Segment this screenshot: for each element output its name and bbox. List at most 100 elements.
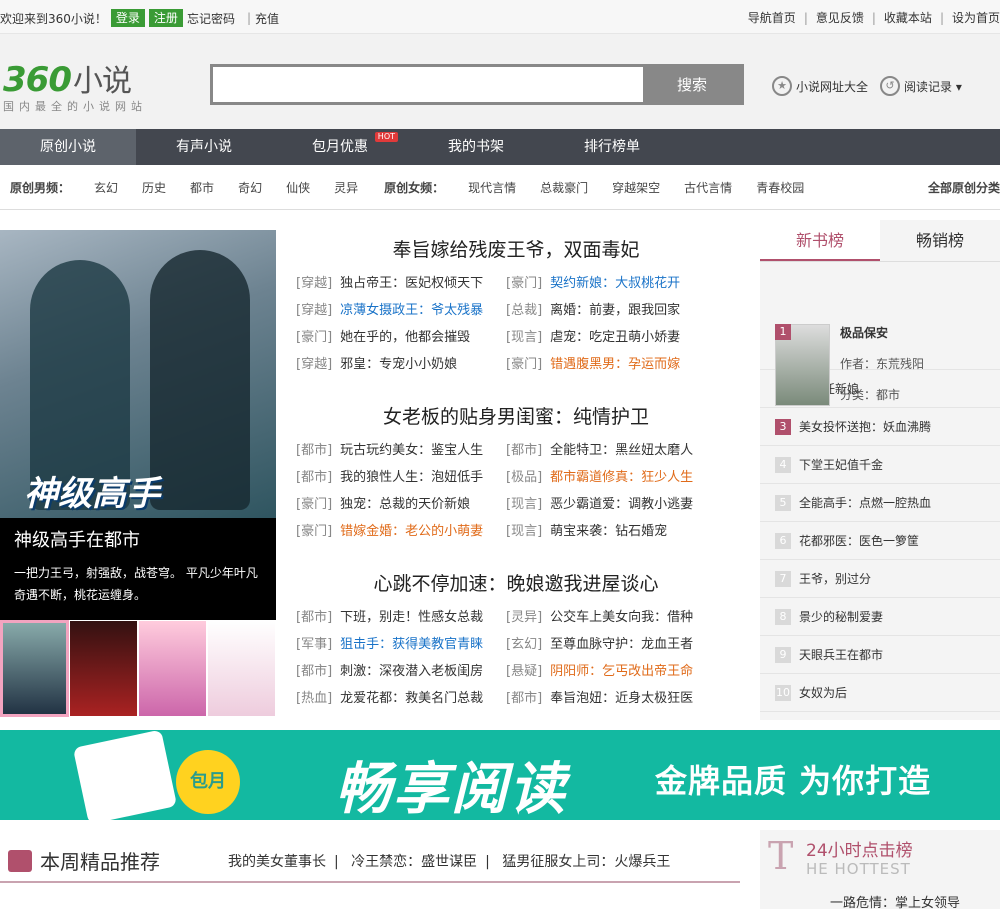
book-title-link[interactable]: 奉旨泡妞：近身太极狂医 [550,691,693,706]
book-title-link[interactable]: 独宠：总裁的天价新娘 [340,497,470,512]
book-title-link[interactable]: 恶少霸道爱：调教小逃妻 [550,497,693,512]
nav-rankings[interactable]: 排行榜单 [544,129,680,165]
book-title-link[interactable]: 下班，别走！性感女总裁 [340,610,483,625]
book-entry[interactable]: [豪门] 独宠：总裁的天价新娘 [296,491,506,518]
book-entry[interactable]: [现言] 虐宠：吃定丑萌小娇妻 [506,324,716,351]
tab-bestsellers[interactable]: 畅销榜 [880,220,1000,261]
rank-title[interactable]: 女奴为后 [799,674,847,712]
cat-link[interactable]: 仙侠 [286,179,310,196]
book-entry[interactable]: [穿越] 凉薄女摄政王：爷太残暴 [296,297,506,324]
nav-bookshelf[interactable]: 我的书架 [408,129,544,165]
rank-title[interactable]: 天眼兵王在都市 [799,636,883,674]
thumbnail[interactable] [138,620,207,717]
book-entry[interactable]: [灵异] 公交车上美女向我：借种 [506,604,716,631]
book-entry[interactable]: [军事] 狙击手：获得美教官青睐 [296,631,506,658]
book-title-link[interactable]: 都市霸道修真：狂少人生 [550,470,693,485]
book-title-link[interactable]: 她在乎的，他都会摧毁 [340,330,470,345]
book-title-link[interactable]: 狙击手：获得美教官青睐 [340,637,483,652]
book-title-link[interactable]: 萌宝来袭：钻石婚宠 [550,524,667,539]
thumbnail[interactable] [0,620,69,717]
rank-title[interactable]: 美女投怀送抱：妖血沸腾 [799,408,931,446]
hot-first-item[interactable]: 一路危情：掌上女领导 [830,892,960,911]
book-entry[interactable]: [现言] 萌宝来袭：钻石婚宠 [506,518,716,545]
top-book-title[interactable]: 极品保安 [840,324,924,341]
book-entry[interactable]: [都市] 奉旨泡妞：近身太极狂医 [506,685,716,712]
book-entry[interactable]: [都市] 我的狼性人生：泡妞低手 [296,464,506,491]
search-button[interactable]: 搜索 [643,67,741,102]
promo-banner[interactable]: 包月 畅享阅读 金牌品质 为你打造 [0,730,1000,820]
featured-title[interactable]: 神级高手在都市 [14,526,262,552]
book-entry[interactable]: [豪门] 错嫁金婚：老公的小萌妻 [296,518,506,545]
search-input[interactable] [213,67,643,102]
nav-audio[interactable]: 有声小说 [136,129,272,165]
book-title-link[interactable]: 我的狼性人生：泡妞低手 [340,470,483,485]
book-entry[interactable]: [玄幻] 至尊血脉守护：龙血王者 [506,631,716,658]
reading-history-link[interactable]: 阅读记录 ▾ [904,78,962,95]
cat-link[interactable]: 穿越架空 [612,179,660,196]
thumbnail[interactable] [69,620,138,717]
all-categories-link[interactable]: 全部原创分类 [928,179,1000,196]
book-entry[interactable]: [豪门] 错遇腹黑男：孕运而嫁 [506,351,716,378]
tab-new-books[interactable]: 新书榜 [760,220,880,261]
book-title-link[interactable]: 至尊血脉守护：龙血王者 [550,637,693,652]
book-title-link[interactable]: 刺激：深夜潜入老板闺房 [340,664,483,679]
rank-top-item[interactable]: 1 极品保安 作者：东荒残阳 分类：都市 [760,262,1000,406]
rank-item[interactable]: 4 下堂王妃值千金 [760,446,1000,484]
book-title-link[interactable]: 契约新娘：大叔桃花开 [550,276,680,291]
rank-item[interactable]: 5 全能高手：点燃一腔热血 [760,484,1000,522]
book-entry[interactable]: [都市] 全能特卫：黑丝妞太磨人 [506,437,716,464]
rank-title[interactable]: 花都邪医：医色一箩筐 [799,522,919,560]
book-title-link[interactable]: 邪皇：专宠小小奶娘 [340,357,457,372]
set-home-link[interactable]: 设为首页 [952,9,1000,26]
rank-item[interactable]: 3 美女投怀送抱：妖血沸腾 [760,408,1000,446]
recommend-link[interactable]: 冷王禁恋：盛世谋臣 [351,854,477,870]
feedback-link[interactable]: 意见反馈 [816,9,864,26]
nav-monthly[interactable]: 包月优惠 HOT [272,129,408,165]
cat-link[interactable]: 古代言情 [684,179,732,196]
forgot-password-link[interactable]: 忘记密码 [187,10,235,27]
book-title-link[interactable]: 凉薄女摄政王：爷太残暴 [340,303,483,318]
book-title-link[interactable]: 独占帝王：医妃权倾天下 [340,276,483,291]
book-title-link[interactable]: 错遇腹黑男：孕运而嫁 [550,357,680,372]
rank-item[interactable]: 8 景少的秘制爱妻 [760,598,1000,636]
book-title-link[interactable]: 虐宠：吃定丑萌小娇妻 [550,330,680,345]
cat-link[interactable]: 历史 [142,179,166,196]
book-entry[interactable]: [极品] 都市霸道修真：狂少人生 [506,464,716,491]
section-headline[interactable]: 心跳不停加速：晚娘邀我进屋谈心 [296,564,736,604]
rank-item[interactable]: 9 天眼兵王在都市 [760,636,1000,674]
thumbnail[interactable] [207,620,276,717]
book-entry[interactable]: [穿越] 独占帝王：医妃权倾天下 [296,270,506,297]
section-headline[interactable]: 女老板的贴身男闺蜜：纯情护卫 [296,397,736,437]
book-title-link[interactable]: 全能特卫：黑丝妞太磨人 [550,443,693,458]
book-entry[interactable]: [都市] 下班，别走！性感女总裁 [296,604,506,631]
cat-link[interactable]: 都市 [190,179,214,196]
rank-title[interactable]: 王爷，别过分 [799,560,871,598]
book-entry[interactable]: [豪门] 契约新娘：大叔桃花开 [506,270,716,297]
rank-title[interactable]: 景少的秘制爱妻 [799,598,883,636]
cat-link[interactable]: 总裁豪门 [540,179,588,196]
cat-link[interactable]: 现代言情 [468,179,516,196]
book-title-link[interactable]: 公交车上美女向我：借种 [550,610,693,625]
rank-title[interactable]: 全能高手：点燃一腔热血 [799,484,931,522]
book-entry[interactable]: [悬疑] 阴阳师：乞丐改出帝王命 [506,658,716,685]
book-entry[interactable]: [现言] 恶少霸道爱：调教小逃妻 [506,491,716,518]
rank-item[interactable]: 7 王爷，别过分 [760,560,1000,598]
book-entry[interactable]: [总裁] 离婚：前妻，跟我回家 [506,297,716,324]
register-button[interactable]: 注册 [148,9,183,27]
rank-item[interactable]: 10 女奴为后 [760,674,1000,712]
cat-link[interactable]: 灵异 [334,179,358,196]
book-title-link[interactable]: 阴阳师：乞丐改出帝王命 [550,664,693,679]
book-title-link[interactable]: 玩古玩约美女：鉴宝人生 [340,443,483,458]
site-directory-link[interactable]: 小说网址大全 [796,78,868,95]
book-entry[interactable]: [穿越] 邪皇：专宠小小奶娘 [296,351,506,378]
book-entry[interactable]: [都市] 玩古玩约美女：鉴宝人生 [296,437,506,464]
book-title-link[interactable]: 龙爱花都：救美名门总裁 [340,691,483,706]
section-headline[interactable]: 奉旨嫁给残废王爷，双面毒妃 [296,230,736,270]
rank-title[interactable]: 下堂王妃值千金 [799,446,883,484]
nav-original[interactable]: 原创小说 [0,129,136,165]
bookmark-link[interactable]: 收藏本站 [884,9,932,26]
cat-link[interactable]: 玄幻 [94,179,118,196]
recommend-link[interactable]: 猛男征服女上司：火爆兵王 [502,854,670,870]
book-entry[interactable]: [豪门] 她在乎的，他都会摧毁 [296,324,506,351]
cat-link[interactable]: 奇幻 [238,179,262,196]
